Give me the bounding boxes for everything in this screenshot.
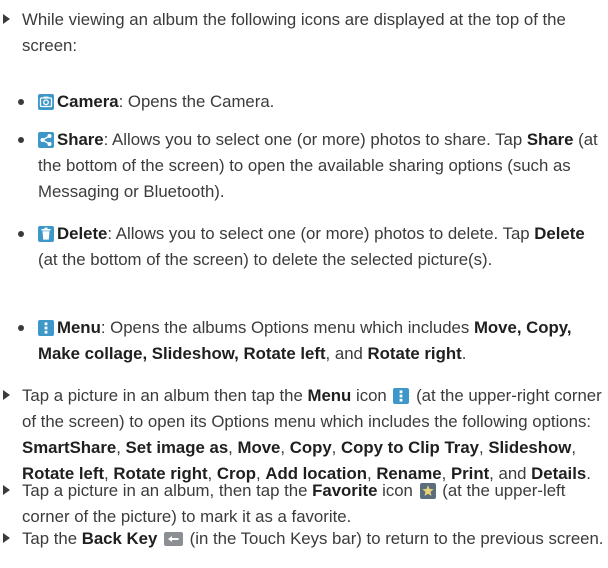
bold-segment: Back Key [81,529,158,548]
text-segment [157,529,162,548]
bold-segment: SmartShare [22,438,117,457]
delete-label: Delete [57,224,108,243]
trash-icon [38,226,54,242]
bullet-arrow [3,14,10,24]
star-icon [419,483,436,499]
bold-segment: Copy to Clip Tray [341,438,479,457]
paragraph-back-key: Tap the Back Key (in the Touch Keys bar)… [0,526,606,552]
text-segment: Tap the [22,529,82,548]
bold-segment: Favorite [312,481,378,500]
share-label: Share [57,130,104,149]
list-item-text: Camera: Opens the Camera. [38,89,606,115]
bold-segment: Menu [307,386,352,405]
paragraph-intro-text: While viewing an album the following ico… [22,10,566,55]
list-item-share: Share: Allows you to select one (or more… [0,127,606,205]
bold-segment: Move [237,438,281,457]
paragraph-favorite: Tap a picture in an album, then tap the … [0,478,606,530]
bullet-dot [18,325,24,331]
share-icon [38,132,54,148]
text-segment: (in the Touch Keys bar) to return to the… [184,529,604,548]
back-icon [163,531,183,547]
text-segment: , [116,438,126,457]
camera-label: Camera [57,92,119,111]
menu-icon [393,388,410,404]
list-item-text: Share: Allows you to select one (or more… [38,127,606,205]
bold-segment: Copy [289,438,332,457]
menu-description-1: : Opens the albums Options menu which in… [100,318,474,337]
text-segment: , [331,438,341,457]
menu-description-2: , and [325,344,368,363]
text-segment: Tap a picture in an album, then tap the [22,481,313,500]
menu-description-3: . [461,344,467,363]
menu-icon [38,320,54,336]
bullet-dot [18,231,24,237]
list-item-text: Menu: Opens the albums Options menu whic… [38,315,606,367]
text-segment: Tap a picture in an album then tap the [22,386,308,405]
bullet-dot [18,137,24,143]
bullet-dot [18,99,24,105]
text-segment: , [280,438,290,457]
bullet-arrow [3,390,10,400]
paragraph-text: Tap the Back Key (in the Touch Keys bar)… [22,526,606,552]
bold-segment: Slideshow [488,438,572,457]
delete-bold: Delete [534,224,585,243]
text-segment: icon [377,481,418,500]
bullet-arrow [3,485,10,495]
share-bold: Share [526,130,574,149]
list-item-text: Delete: Allows you to select one (or mor… [38,221,606,273]
text-segment: , [479,438,489,457]
list-item-menu: Menu: Opens the albums Options menu whic… [0,315,606,367]
delete-description-1: : Allows you to select one (or more) pho… [107,224,535,243]
camera-description: : Opens the Camera. [118,92,275,111]
paragraph-picture-menu: Tap a picture in an album then tap the M… [0,383,606,487]
list-item-camera: Camera: Opens the Camera. [0,89,606,115]
bullet-arrow [3,533,10,543]
paragraph-album-icons: While viewing an album the following ico… [0,7,606,59]
paragraph-text: Tap a picture in an album then tap the M… [22,383,606,487]
text-segment: , [571,438,576,457]
text-segment: icon [351,386,392,405]
share-description-1: : Allows you to select one (or more) pho… [103,130,527,149]
paragraph-text: Tap a picture in an album, then tap the … [22,478,606,530]
camera-icon [38,94,54,110]
bold-segment: Set image as [125,438,229,457]
menu-label: Menu [57,318,101,337]
menu-bold-2: Rotate right [367,344,462,363]
document-page: While viewing an album the following ico… [0,0,608,568]
list-item-delete: Delete: Allows you to select one (or mor… [0,221,606,273]
delete-description-2: (at the bottom of the screen) to delete … [38,250,493,269]
paragraph-text: While viewing an album the following ico… [22,7,606,59]
